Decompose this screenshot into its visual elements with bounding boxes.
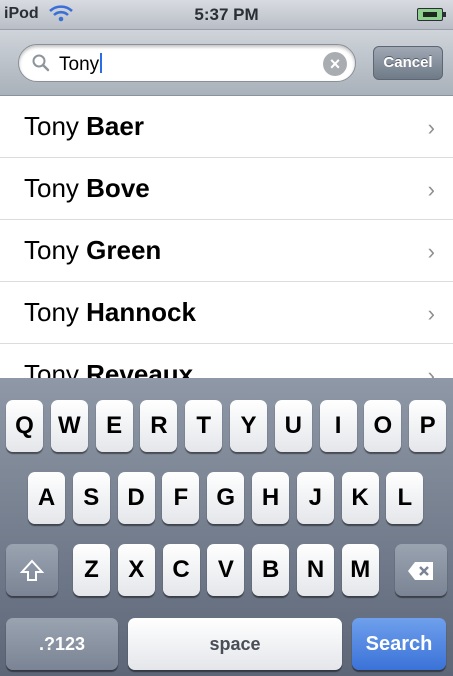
- text-caret: [100, 53, 103, 73]
- key-j[interactable]: J: [296, 472, 334, 524]
- list-item[interactable]: Tony Green ›: [0, 220, 453, 282]
- contact-name: Tony Reveaux: [24, 359, 193, 378]
- contact-name: Tony Bove: [24, 173, 150, 204]
- key-c[interactable]: C: [162, 544, 200, 596]
- list-item[interactable]: Tony Hannock ›: [0, 282, 453, 344]
- chevron-right-icon: ›: [427, 115, 435, 140]
- key-m[interactable]: M: [341, 544, 379, 596]
- key-p[interactable]: P: [409, 400, 447, 452]
- clear-icon[interactable]: ×: [323, 52, 347, 76]
- key-z[interactable]: Z: [73, 544, 110, 596]
- search-bar: Tony × Cancel: [0, 30, 453, 96]
- key-n[interactable]: N: [297, 544, 334, 596]
- chevron-right-icon: ›: [427, 177, 435, 202]
- key-t[interactable]: T: [185, 400, 223, 452]
- list-item[interactable]: Tony Baer ›: [0, 96, 453, 158]
- key-i[interactable]: I: [319, 400, 357, 452]
- key-y[interactable]: Y: [230, 400, 267, 452]
- contact-name: Tony Hannock: [24, 297, 196, 328]
- search-input[interactable]: Tony ×: [18, 44, 356, 82]
- results-list: Tony Baer › Tony Bove › Tony Green › Tony Hann…: [0, 96, 453, 378]
- first-name: Tony: [24, 297, 79, 327]
- last-name: Reveaux: [86, 359, 194, 378]
- search-icon: [31, 53, 51, 78]
- search-key[interactable]: Search: [352, 618, 446, 670]
- key-a[interactable]: A: [28, 472, 65, 524]
- search-input-value: Tony: [59, 53, 103, 76]
- first-name: Tony: [24, 173, 79, 203]
- keyboard: Q W E R T Y U I O P A S D F G H J K L Z X C V B N M .?123 space Sear…: [0, 378, 453, 676]
- key-e[interactable]: E: [95, 400, 133, 452]
- shift-icon: [19, 559, 45, 581]
- delete-key[interactable]: [395, 544, 447, 596]
- battery-charging-icon: [417, 8, 446, 21]
- contact-name: Tony Green: [24, 235, 161, 266]
- key-g[interactable]: G: [207, 472, 245, 524]
- key-f[interactable]: F: [162, 472, 200, 524]
- key-q[interactable]: Q: [6, 400, 43, 452]
- first-name: Tony: [24, 235, 79, 265]
- first-name: Tony: [24, 111, 79, 141]
- chevron-right-icon: ›: [427, 239, 435, 264]
- numbers-key[interactable]: .?123: [6, 618, 118, 670]
- key-u[interactable]: U: [274, 400, 312, 452]
- last-name: Hannock: [86, 297, 196, 327]
- space-key[interactable]: space: [128, 618, 342, 670]
- key-b[interactable]: B: [252, 544, 290, 596]
- list-item[interactable]: Tony Bove ›: [0, 158, 453, 220]
- chevron-right-icon: ›: [427, 363, 435, 378]
- key-o[interactable]: O: [364, 400, 402, 452]
- key-v[interactable]: V: [207, 544, 245, 596]
- last-name: Baer: [86, 111, 144, 141]
- cancel-button[interactable]: Cancel: [373, 46, 443, 80]
- shift-key[interactable]: [6, 544, 58, 596]
- key-x[interactable]: X: [117, 544, 155, 596]
- first-name: Tony: [24, 359, 79, 378]
- key-r[interactable]: R: [140, 400, 178, 452]
- key-w[interactable]: W: [50, 400, 88, 452]
- last-name: Bove: [86, 173, 150, 203]
- list-item[interactable]: Tony Reveaux ›: [0, 344, 453, 378]
- status-time: 5:37 PM: [194, 5, 259, 24]
- status-bar: iPod 5:37 PM: [0, 0, 453, 30]
- key-k[interactable]: K: [341, 472, 379, 524]
- key-s[interactable]: S: [72, 472, 110, 524]
- chevron-right-icon: ›: [427, 301, 435, 326]
- contact-name: Tony Baer: [24, 111, 144, 142]
- key-h[interactable]: H: [252, 472, 289, 524]
- delete-icon: [408, 561, 433, 580]
- key-d[interactable]: D: [117, 472, 155, 524]
- key-l[interactable]: L: [386, 472, 424, 524]
- last-name: Green: [86, 235, 162, 265]
